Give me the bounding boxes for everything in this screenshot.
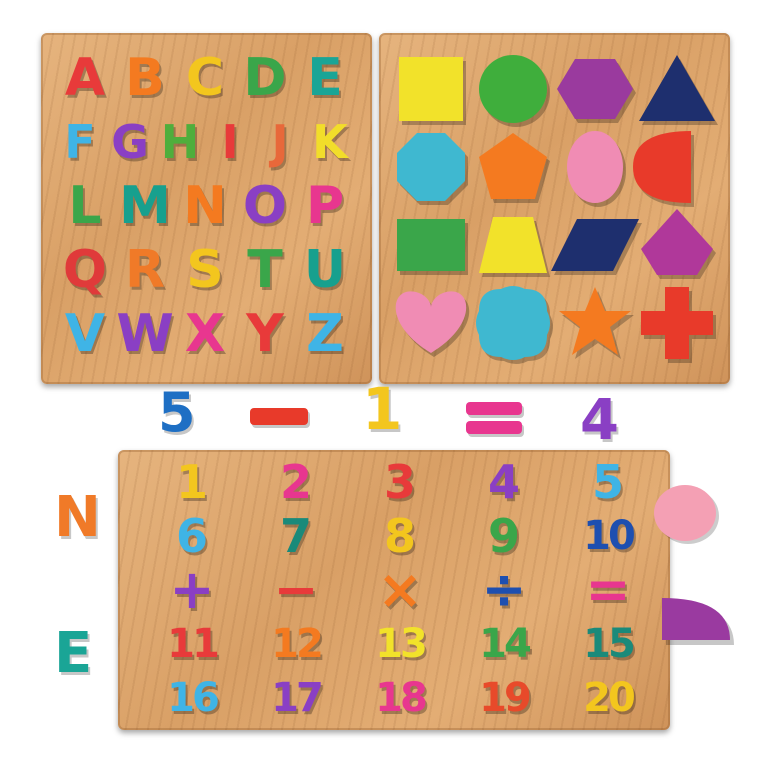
number-board-piece-3-5[interactable]: = <box>556 563 660 617</box>
number-board-piece-1-1[interactable]: 1 <box>140 456 244 508</box>
number-board-piece-4-3[interactable]: 13 <box>348 618 452 670</box>
number-board-piece-3-2[interactable]: − <box>244 563 348 617</box>
letter-tile-g[interactable]: G <box>105 111 155 173</box>
number-board-piece-3-1[interactable]: + <box>140 563 244 617</box>
number-board-piece-5-2[interactable]: 17 <box>244 672 348 724</box>
letter-tile-x[interactable]: X <box>175 303 235 365</box>
number-board-piece-5-4[interactable]: 19 <box>452 672 556 724</box>
letter-tile-v[interactable]: V <box>55 303 115 365</box>
loose-oval-piece[interactable] <box>652 482 722 546</box>
letter-tile-i[interactable]: I <box>205 111 255 173</box>
alphabet-board: ABCDE FGHIJK LMNOP QRSTU VWXYZ <box>41 33 372 384</box>
number-board: 1 2 3 4 5 6 7 8 9 10 + − × ÷ = 11 12 13 14 15 16 17 18 19 20 <box>118 450 670 730</box>
octagon-shape-piece[interactable] <box>397 133 468 205</box>
loose-number-four[interactable]: 4 <box>580 393 619 449</box>
letter-tile-t[interactable]: T <box>235 239 295 301</box>
number-board-piece-2-5[interactable]: 10 <box>556 510 660 562</box>
number-board-piece-4-2[interactable]: 12 <box>244 618 348 670</box>
letter-tile-j[interactable]: J <box>255 111 305 173</box>
number-board-piece-1-3[interactable]: 3 <box>348 456 452 508</box>
loose-number-five[interactable]: 5 <box>158 386 196 440</box>
letter-tile-k[interactable]: K <box>305 111 355 173</box>
triangle-shape-piece[interactable] <box>639 55 718 125</box>
letter-tile-w[interactable]: W <box>115 303 175 365</box>
circle-shape-piece[interactable] <box>479 55 550 127</box>
pentagon-shape-piece[interactable] <box>479 133 550 203</box>
loose-semicircle-piece[interactable] <box>658 594 738 646</box>
letter-tile-h[interactable]: H <box>155 111 205 173</box>
kite-shape-piece[interactable] <box>641 209 716 279</box>
loose-equals-bottom[interactable] <box>466 421 522 434</box>
parallelogram-shape-piece[interactable] <box>551 219 642 275</box>
shape-grid <box>395 55 718 364</box>
loose-letter-n[interactable]: N <box>54 490 101 546</box>
oval-shape-piece[interactable] <box>567 131 626 207</box>
number-board-piece-5-1[interactable]: 16 <box>140 672 244 724</box>
number-board-piece-5-3[interactable]: 18 <box>348 672 452 724</box>
letter-tile-u[interactable]: U <box>295 239 355 301</box>
loose-minus-sign[interactable] <box>250 408 308 425</box>
trapezoid-shape-piece[interactable] <box>479 217 550 277</box>
loose-equals-top[interactable] <box>466 402 522 415</box>
heart-shape-piece[interactable] <box>395 291 470 357</box>
letter-tile-n[interactable]: N <box>175 175 235 237</box>
letter-tile-y[interactable]: Y <box>235 303 295 365</box>
letter-tile-r[interactable]: R <box>115 239 175 301</box>
rectangle-shape-piece[interactable] <box>397 219 468 275</box>
letter-tile-b[interactable]: B <box>115 47 175 109</box>
number-board-piece-3-3[interactable]: × <box>348 563 452 617</box>
quatrefoil-shape-piece[interactable] <box>476 286 553 364</box>
letter-tile-d[interactable]: D <box>235 47 295 109</box>
letter-tile-f[interactable]: F <box>55 111 105 173</box>
letter-tile-m[interactable]: M <box>115 175 175 237</box>
cross-shape-piece[interactable] <box>641 287 716 363</box>
letter-tile-z[interactable]: Z <box>295 303 355 365</box>
square-shape-piece[interactable] <box>399 57 466 125</box>
letter-tile-q[interactable]: Q <box>55 239 115 301</box>
number-board-piece-4-4[interactable]: 14 <box>452 618 556 670</box>
letter-tile-a[interactable]: A <box>55 47 115 109</box>
shape-board <box>379 33 730 384</box>
hexagon-shape-piece[interactable] <box>557 59 636 123</box>
letter-tile-l[interactable]: L <box>55 175 115 237</box>
number-board-piece-1-5[interactable]: 5 <box>556 456 660 508</box>
letter-tile-s[interactable]: S <box>175 239 235 301</box>
number-board-piece-5-5[interactable]: 20 <box>556 672 660 724</box>
letter-tile-p[interactable]: P <box>295 175 355 237</box>
number-board-piece-4-5[interactable]: 15 <box>556 618 660 670</box>
number-board-piece-4-1[interactable]: 11 <box>140 618 244 670</box>
number-board-piece-3-4[interactable]: ÷ <box>452 563 556 617</box>
letter-tile-o[interactable]: O <box>235 175 295 237</box>
letter-tile-c[interactable]: C <box>175 47 235 109</box>
number-board-piece-2-2[interactable]: 7 <box>244 510 348 562</box>
semicircle-shape-piece[interactable] <box>633 131 694 207</box>
number-board-piece-1-2[interactable]: 2 <box>244 456 348 508</box>
number-board-piece-2-3[interactable]: 8 <box>348 510 452 562</box>
letter-tile-e[interactable]: E <box>295 47 355 109</box>
loose-letter-e[interactable]: E <box>54 626 92 682</box>
number-board-piece-1-4[interactable]: 4 <box>452 456 556 508</box>
number-board-piece-2-1[interactable]: 6 <box>140 510 244 562</box>
number-board-piece-2-4[interactable]: 9 <box>452 510 556 562</box>
loose-number-one[interactable]: 1 <box>362 380 402 438</box>
star-shape-piece[interactable] <box>559 287 634 359</box>
